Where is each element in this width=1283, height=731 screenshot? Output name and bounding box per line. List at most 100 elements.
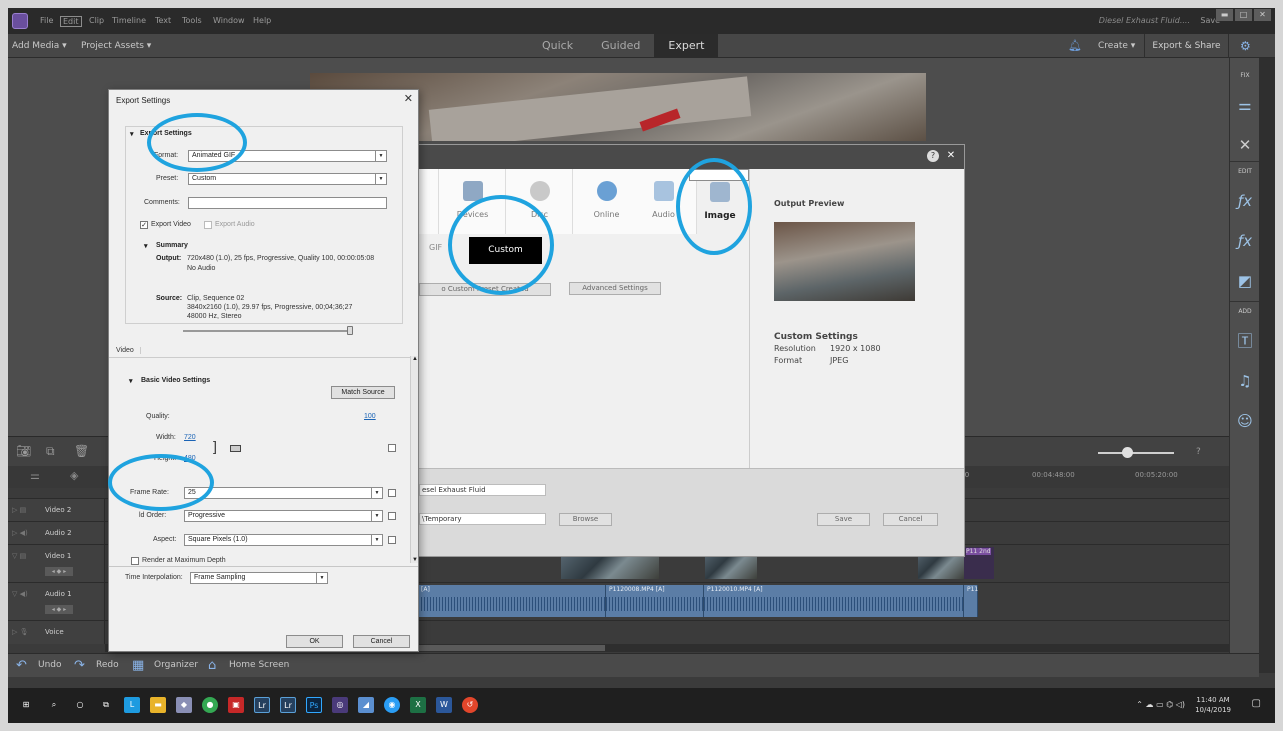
quality-value[interactable]: 100	[364, 413, 376, 420]
menu-timeline[interactable]: Timeline	[112, 16, 146, 25]
track-settings-icon[interactable]: ⚌	[30, 469, 40, 482]
app-icon[interactable]: ↺	[462, 697, 478, 713]
field-order-checkbox[interactable]	[388, 512, 396, 520]
browse-button[interactable]: Browse	[559, 513, 612, 526]
notifications-icon[interactable]: ▢	[1252, 698, 1261, 709]
adjust-sliders-icon[interactable]: ⚌	[1236, 96, 1254, 114]
field-order-select[interactable]: Progressive ▼	[184, 510, 383, 522]
trash-icon[interactable]: 🗑︎	[74, 444, 89, 458]
create-button[interactable]: Create ▾	[1098, 41, 1135, 51]
audio-clip[interactable]: P1120010.MP4 [A]	[704, 585, 964, 617]
clock[interactable]: 11:40 AM 10/4/2019	[1195, 695, 1231, 715]
gif-tab[interactable]: GIF	[419, 243, 442, 252]
search-icon[interactable]: ⌕	[46, 697, 62, 713]
gear-icon[interactable]: ⚙	[1240, 39, 1251, 53]
copy-icon[interactable]: ⧉	[46, 444, 55, 459]
filename-field[interactable]: esel Exhaust Fluid	[419, 484, 546, 496]
maps-icon[interactable]: ◉	[384, 697, 400, 713]
project-assets-button[interactable]: Project Assets ▾	[81, 41, 151, 51]
menu-clip[interactable]: Clip	[89, 16, 104, 25]
camera-icon[interactable]: 📷︎	[16, 444, 31, 458]
frame-rate-checkbox[interactable]	[388, 489, 396, 497]
menu-window[interactable]: Window	[213, 16, 245, 25]
titles-icon[interactable]: 🅃	[1236, 332, 1254, 350]
category-partial[interactable]	[419, 169, 439, 234]
music-icon[interactable]: ♫	[1236, 372, 1254, 390]
add-media-button[interactable]: Add Media ▾	[12, 41, 67, 51]
transitions-icon[interactable]: ◩	[1236, 272, 1254, 290]
audio-clip[interactable]: P1120008.MP4 [A]	[606, 585, 704, 617]
bell-icon[interactable]: 🔔︎	[1068, 39, 1082, 52]
tab-video[interactable]: Video	[116, 347, 141, 354]
app-icon[interactable]: ▣	[228, 697, 244, 713]
excel-icon[interactable]: X	[410, 697, 426, 713]
basic-video-toggle[interactable]: ▾	[129, 377, 133, 385]
home-icon[interactable]: ⌂	[208, 658, 216, 673]
location-field[interactable]: \Temporary	[419, 513, 546, 525]
undo-icon[interactable]: ↶	[16, 658, 27, 673]
comments-field[interactable]	[188, 197, 387, 209]
applied-effects-icon[interactable]: ƒx	[1236, 232, 1254, 250]
tools-icon[interactable]: ✕	[1236, 136, 1254, 154]
advanced-settings-button[interactable]: Advanced Settings	[569, 282, 661, 295]
minimize-button[interactable]: ▬	[1216, 9, 1233, 21]
cancel-button[interactable]: Cancel	[883, 513, 938, 526]
redo-button[interactable]: Redo	[96, 660, 119, 670]
close-icon[interactable]: ✕	[404, 92, 413, 105]
width-value[interactable]: 720	[184, 434, 196, 441]
settings-scrollbar[interactable]: ▲ ▼	[410, 356, 418, 563]
close-icon[interactable]: ✕	[945, 150, 957, 162]
width-checkbox[interactable]	[388, 444, 396, 452]
frame-rate-select[interactable]: 25 ▼	[184, 487, 383, 499]
app-icon[interactable]: ◆	[176, 697, 192, 713]
export-video-checkbox[interactable]: ✓	[140, 221, 148, 229]
aspect-select[interactable]: Square Pixels (1.0) ▼	[184, 534, 383, 546]
lightroom-classic-icon[interactable]: Lr	[280, 697, 296, 713]
lightroom-icon[interactable]: Lr	[254, 697, 270, 713]
help-icon[interactable]: ?	[927, 150, 939, 162]
graphics-icon[interactable]: ☺	[1236, 412, 1254, 430]
organizer-button[interactable]: Organizer	[154, 660, 198, 670]
menu-file[interactable]: File	[40, 16, 53, 25]
audio-clip[interactable]: P11	[964, 585, 978, 617]
undo-button[interactable]: Undo	[38, 660, 62, 670]
time-interpolation-select[interactable]: Frame Sampling ▼	[190, 572, 328, 584]
windows-start-icon[interactable]: ⊞	[18, 697, 34, 713]
render-max-depth-checkbox[interactable]	[131, 557, 139, 565]
cortana-icon[interactable]: ○	[72, 697, 88, 713]
app-icon[interactable]: ◢	[358, 697, 374, 713]
aspect-checkbox[interactable]	[388, 536, 396, 544]
keyframe-nav[interactable]: ◂ ◆ ▸	[45, 605, 73, 614]
audio-mixer-icon[interactable]: ◈	[70, 469, 78, 482]
menu-help[interactable]: Help	[253, 16, 271, 25]
word-icon[interactable]: W	[436, 697, 452, 713]
maximize-button[interactable]: □	[1235, 9, 1252, 21]
zoom-slider-handle[interactable]	[1122, 447, 1133, 458]
help-icon[interactable]: ?	[1196, 447, 1201, 457]
photoshop-icon[interactable]: Ps	[306, 697, 322, 713]
vertical-scrollbar[interactable]	[1259, 58, 1275, 673]
quality-slider-handle[interactable]	[347, 326, 353, 335]
ok-button[interactable]: OK	[286, 635, 343, 648]
chrome-icon[interactable]: ●	[202, 697, 218, 713]
organizer-icon[interactable]: ▦	[132, 658, 144, 673]
redo-icon[interactable]: ↷	[74, 658, 85, 673]
section-toggle[interactable]: ▾	[130, 130, 134, 138]
tab-guided[interactable]: Guided	[587, 34, 654, 58]
preset-select[interactable]: Custom ▼	[188, 173, 387, 185]
app-icon[interactable]: L	[124, 697, 140, 713]
keyframe-nav[interactable]: ◂ ◆ ▸	[45, 567, 73, 576]
home-screen-button[interactable]: Home Screen	[229, 660, 289, 670]
file-explorer-icon[interactable]: ▬	[150, 697, 166, 713]
effects-icon[interactable]: ƒx	[1236, 192, 1254, 210]
task-view-icon[interactable]: ⧉	[98, 697, 114, 713]
premiere-elements-icon[interactable]: ◎	[332, 697, 348, 713]
tab-quick[interactable]: Quick	[528, 34, 587, 58]
audio-clip[interactable]: [A]	[418, 585, 606, 617]
close-window-button[interactable]: ✕	[1254, 9, 1271, 21]
menu-edit[interactable]: Edit	[60, 16, 82, 27]
save-button[interactable]: Save	[817, 513, 870, 526]
tab-expert[interactable]: Expert	[654, 34, 719, 58]
export-audio-checkbox[interactable]	[204, 221, 212, 229]
chain-link-icon[interactable]	[230, 445, 241, 452]
